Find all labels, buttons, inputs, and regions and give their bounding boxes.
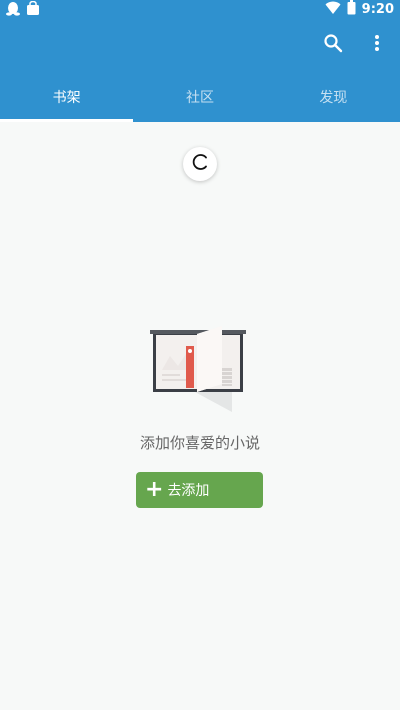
tab-discover[interactable]: 发现 xyxy=(267,72,400,122)
refresh-indicator xyxy=(183,147,217,181)
add-button-label: 去添加 xyxy=(167,483,210,499)
wifi-icon xyxy=(325,0,341,19)
empty-state-message: 添加你喜爱的小说 xyxy=(139,434,260,452)
plus-icon: + xyxy=(145,477,164,502)
search-button[interactable] xyxy=(320,32,346,58)
tab-label: 发现 xyxy=(319,90,348,106)
open-book-icon xyxy=(150,326,250,416)
tab-label: 社区 xyxy=(185,90,214,106)
refresh-spinner-icon xyxy=(191,153,209,175)
app-bar: 9:20 书架 社区 发现 xyxy=(0,0,400,122)
qq-penguin-icon xyxy=(6,1,20,20)
add-novel-button[interactable]: + 去添加 xyxy=(136,472,263,508)
bag-icon xyxy=(26,0,40,20)
tab-label: 书架 xyxy=(52,90,81,106)
tab-indicator xyxy=(0,119,133,122)
tab-community[interactable]: 社区 xyxy=(133,72,266,122)
status-time: 9:20 xyxy=(361,1,394,17)
search-icon xyxy=(323,33,343,57)
status-bar: 9:20 xyxy=(0,0,400,18)
battery-icon xyxy=(347,0,356,19)
more-options-button[interactable] xyxy=(364,32,390,58)
tab-bar: 书架 社区 发现 xyxy=(0,72,400,122)
tab-bookshelf[interactable]: 书架 xyxy=(0,72,133,122)
more-vert-icon xyxy=(374,34,380,56)
